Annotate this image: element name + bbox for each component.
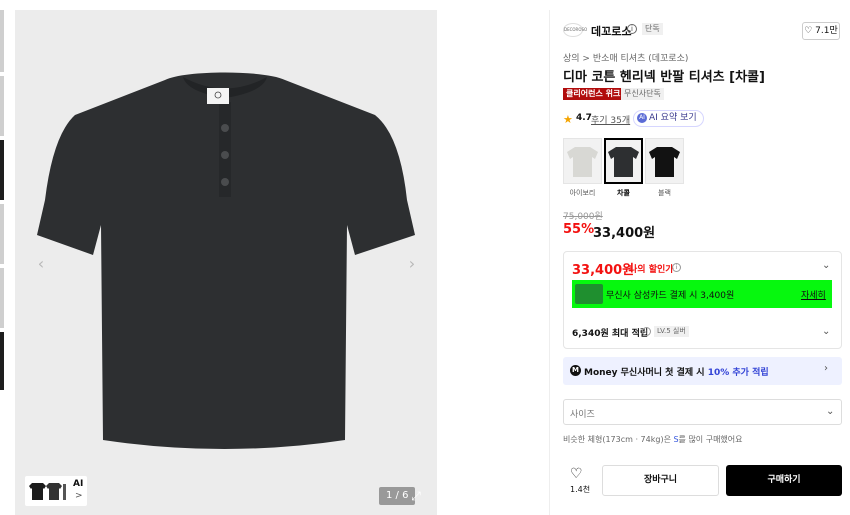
ai-icon: AI <box>637 112 647 123</box>
brand-logo[interactable]: DECOROSO <box>563 23 587 37</box>
money-promo-banner[interactable]: M Money 무신사머니 첫 결제 시 10% 추가 적립 › <box>563 357 842 385</box>
color-label-charcoal: 차콜 <box>617 189 630 197</box>
color-label-ivory: 아이보리 <box>569 189 596 197</box>
level-badge: LV.5 실버 <box>654 326 689 337</box>
brand-badge: 단독 <box>642 23 663 35</box>
my-discount-label: 나의 할인가 <box>629 265 674 275</box>
card-image <box>575 284 603 304</box>
color-swatch-black[interactable] <box>645 138 684 184</box>
money-promo-prefix: Money 무신사머니 첫 결제 시 <box>584 368 708 378</box>
ai-chip-thumbnail <box>29 483 66 500</box>
star-icon: ★ <box>563 113 573 126</box>
size-hint-prefix: 비슷한 체형(173cm · 74kg)은 <box>563 435 674 444</box>
thumbnail-4[interactable] <box>0 204 4 264</box>
expand-icon[interactable]: ⤢ <box>408 488 424 504</box>
thumbnail-2[interactable] <box>0 76 4 136</box>
money-icon: M <box>570 365 581 376</box>
ai-summary-label: AI 요약 보기 <box>649 113 697 123</box>
next-image-button[interactable]: › <box>402 254 422 274</box>
exclusive-tag: 무신사단독 <box>621 88 664 100</box>
color-label-black: 블랙 <box>658 189 671 197</box>
card-offer-text: 무신사 삼성카드 결제 시 3,400원 <box>606 291 735 301</box>
heart-icon: ♡ <box>804 26 813 36</box>
card-offer-details-link[interactable]: 자세히 <box>801 288 826 301</box>
sale-price: 33,400원 <box>593 226 656 241</box>
product-title: 디마 코튼 헨리넥 반팔 티셔츠 [차콜] <box>563 70 765 85</box>
product-image <box>37 72 415 449</box>
info-icon[interactable]: i <box>627 24 637 34</box>
original-price: 75,000원 <box>563 212 603 222</box>
thumbnail-strip <box>0 10 4 390</box>
prev-image-button[interactable]: ‹ <box>31 254 51 274</box>
info-icon[interactable]: i <box>642 327 651 336</box>
thumbnail-3[interactable] <box>0 140 4 200</box>
clearance-tag: 클리어런스 위크 <box>563 88 624 100</box>
breadcrumb[interactable]: 상의 > 반소매 티셔츠 (데꼬로소) <box>563 51 688 64</box>
info-icon[interactable]: i <box>672 263 681 272</box>
reviews-link[interactable]: 후기 35개 <box>591 113 630 126</box>
rating-value: 4.7 <box>576 113 592 123</box>
my-discount-price: 33,400원 <box>572 263 635 278</box>
add-to-cart-button[interactable]: 장바구니 <box>602 465 719 496</box>
size-recommendation: 비슷한 체형(173cm · 74kg)은 S를 많이 구매했어요 <box>563 434 743 445</box>
money-promo-highlight: 10% 추가 적립 <box>707 368 769 378</box>
ai-summary-button[interactable]: AI AI 요약 보기 <box>633 110 704 127</box>
brand-like-button[interactable]: ♡ 7.1만 <box>802 22 840 40</box>
chevron-down-icon[interactable]: ⌄ <box>822 260 830 271</box>
black-shirt-thumb <box>649 147 680 177</box>
ai-style-chip[interactable]: AI > <box>25 476 87 506</box>
chevron-right-icon: > <box>75 491 83 501</box>
brand-like-count: 7.1만 <box>815 26 838 36</box>
product-gallery: ‹ › AI > 1 / 6 ⤢ <box>15 10 437 515</box>
ai-chip-label: AI <box>73 479 84 489</box>
discount-rate: 55% <box>563 222 595 237</box>
chevron-down-icon: ⌄ <box>826 406 835 417</box>
chevron-right-icon: › <box>824 363 828 374</box>
chevron-down-icon[interactable]: ⌄ <box>822 326 830 337</box>
points-text: 6,340원 최대 적립 <box>572 329 649 339</box>
charcoal-shirt-thumb <box>608 147 639 177</box>
buy-now-button[interactable]: 구매하기 <box>726 465 842 496</box>
thumbnail-1[interactable] <box>0 10 4 72</box>
card-offer-banner[interactable]: 무신사 삼성카드 결제 시 3,400원 자세히 <box>572 280 832 308</box>
color-swatch-ivory[interactable] <box>563 138 602 184</box>
ivory-shirt-thumb <box>567 147 598 177</box>
color-swatch-charcoal[interactable] <box>604 138 643 184</box>
size-hint-suffix: 를 많이 구매했어요 <box>678 435 743 444</box>
wishlist-heart-icon[interactable]: ♡ <box>570 466 583 482</box>
thumbnail-6[interactable] <box>0 332 4 390</box>
thumbnail-5[interactable] <box>0 268 4 328</box>
wishlist-count: 1.4천 <box>570 485 591 494</box>
size-placeholder: 사이즈 <box>570 410 595 420</box>
brand-name[interactable]: 데꼬로소 <box>591 23 631 39</box>
size-select[interactable]: 사이즈 ⌄ <box>563 399 842 425</box>
product-info-panel: DECOROSO 데꼬로소 i 단독 ♡ 7.1만 상의 > 반소매 티셔츠 (… <box>549 10 850 515</box>
money-promo-text: Money 무신사머니 첫 결제 시 10% 추가 적립 <box>584 365 769 378</box>
